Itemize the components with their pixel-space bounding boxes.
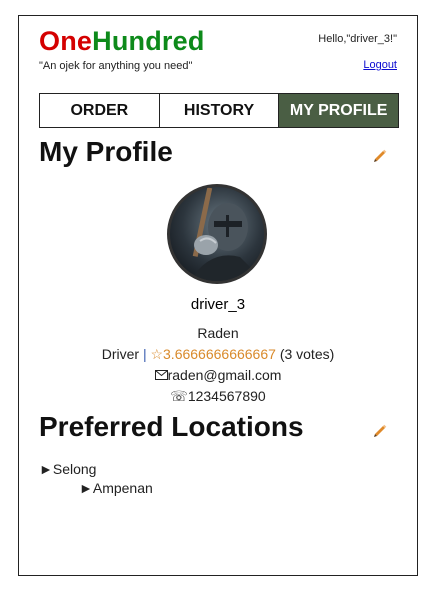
location-label: Selong — [52, 461, 97, 477]
triangle-right-icon: ► — [79, 480, 93, 496]
logout-link[interactable]: Logout — [363, 59, 397, 71]
profile-role-rating: Driver | ☆3.6666666666667 (3 votes) — [19, 346, 417, 363]
avatar-image — [170, 187, 264, 281]
profile-email-row: raden@gmail.com — [19, 367, 417, 383]
app-frame: OneHundred "An ojek for anything you nee… — [18, 15, 418, 576]
tab-history[interactable]: HISTORY — [159, 93, 280, 128]
profile-role: Driver — [101, 346, 140, 362]
location-label: Ampenan — [92, 480, 153, 496]
edit-locations-icon[interactable] — [372, 422, 388, 438]
logo-hundred: Hundred — [92, 26, 205, 56]
tab-my-profile[interactable]: MY PROFILE — [279, 93, 400, 128]
profile-phone: 1234567890 — [187, 388, 266, 404]
triangle-right-icon: ► — [39, 461, 53, 477]
profile-name: Raden — [197, 325, 239, 341]
locations-title: Preferred Locations — [39, 411, 304, 442]
location-item: ►Selong — [39, 461, 96, 477]
avatar — [167, 184, 267, 284]
edit-profile-icon[interactable] — [372, 147, 388, 163]
role-separator: | — [142, 346, 147, 362]
envelope-icon — [154, 370, 168, 380]
profile-username: driver_3 — [190, 296, 246, 313]
profile-rating: ☆3.6666666666667 — [150, 346, 276, 362]
greeting: Hello,"driver_3!" — [318, 33, 397, 45]
tagline: "An ojek for anything you need" — [39, 60, 193, 72]
tab-order[interactable]: ORDER — [39, 93, 160, 128]
main-nav: ORDER HISTORY MY PROFILE — [39, 93, 400, 128]
logo-one: One — [39, 26, 93, 56]
app-logo[interactable]: OneHundred — [39, 26, 205, 57]
telephone-icon: ☏ — [170, 388, 188, 404]
location-item: ►Ampenan — [79, 480, 153, 496]
page-title: My Profile — [39, 136, 173, 167]
profile-phone-row: ☏1234567890 — [19, 388, 417, 405]
profile-email: raden@gmail.com — [167, 367, 282, 383]
profile-votes: (3 votes) — [279, 346, 335, 362]
